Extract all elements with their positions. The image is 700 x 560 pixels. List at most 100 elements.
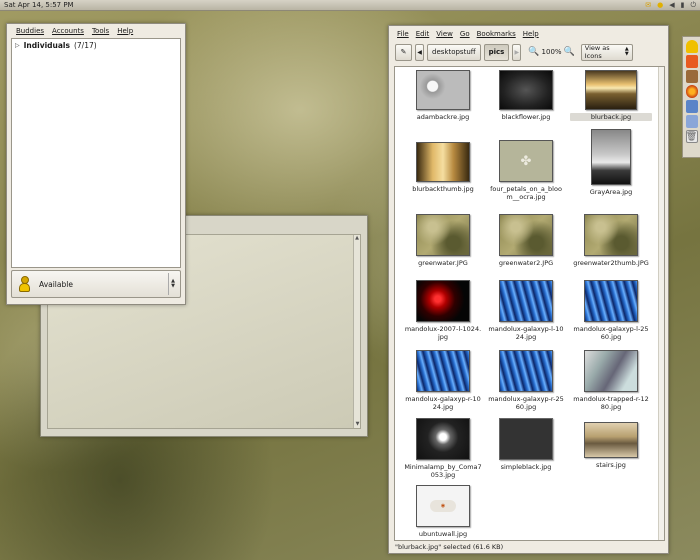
menu-help[interactable]: Help (523, 30, 539, 38)
panel-clock[interactable]: Sat Apr 14, 5:57 PM (4, 1, 74, 9)
flower-petals-icon: ✤ (520, 153, 532, 169)
file-item[interactable]: ✤ four_petals_on_a_bloom__ocra.jpg (485, 140, 567, 201)
select-arrows-icon: ▲ ▼ (624, 46, 629, 57)
file-item[interactable]: mandolux-galaxyp-r-1024.jpg (402, 350, 484, 411)
image-thumbnail[interactable] (591, 129, 631, 185)
trash-icon[interactable]: 🗑 (685, 130, 698, 143)
image-thumbnail[interactable] (499, 70, 553, 110)
image-thumbnail[interactable] (584, 422, 638, 458)
buddy-group-row[interactable]: ▷ Individuals (7/17) (12, 39, 180, 52)
menu-tools[interactable]: Tools (92, 27, 109, 35)
buddy-menubar: Buddies Accounts Tools Help (7, 24, 185, 37)
ubuntu-logo-icon: ◉ (430, 500, 456, 512)
network-icon[interactable]: ▮ (681, 1, 685, 10)
dropdown-arrows-icon[interactable]: ▲ ▼ (168, 273, 177, 295)
file-label: GrayArea.jpg (589, 188, 633, 196)
file-label: mandolux-galaxyp-l-1024.jpg (488, 325, 564, 341)
path-right-button[interactable]: ▶ (512, 43, 522, 61)
notification-icon[interactable]: ● (657, 1, 663, 10)
file-label: simpleblack.jpg (500, 463, 552, 471)
file-item[interactable]: mandolux-galaxyp-l-1024.jpg (485, 280, 567, 341)
expander-arrow-icon[interactable]: ▷ (15, 42, 20, 49)
desktop-launcher-icon[interactable] (685, 100, 698, 113)
icon-view[interactable]: adambackre.jpg blackflower.jpg blurback.… (394, 66, 665, 541)
pidgin-launcher-icon[interactable] (685, 40, 698, 53)
buddy-avatar-icon (18, 276, 31, 292)
image-thumbnail[interactable] (416, 418, 470, 460)
zoom-control: 🔍 100% 🔍 (528, 47, 574, 57)
scroll-up-icon[interactable]: ▲ (354, 235, 360, 242)
firefox-launcher-icon[interactable] (685, 85, 698, 98)
buddy-list[interactable]: ▷ Individuals (7/17) (11, 38, 181, 268)
view-mode-select[interactable]: View as Icons ▲ ▼ (580, 43, 633, 61)
mail-icon[interactable]: ✉ (645, 1, 651, 10)
menu-bookmarks[interactable]: Bookmarks (477, 30, 516, 38)
file-item[interactable]: mandolux-trapped-r-1280.jpg (570, 350, 652, 411)
file-item[interactable]: mandolux-galaxyp-l-2560.jpg (570, 280, 652, 341)
image-thumbnail[interactable] (416, 142, 470, 182)
scroll-down-icon[interactable]: ▼ (354, 421, 361, 428)
zoom-in-icon[interactable]: 🔍 (564, 47, 575, 57)
menu-help[interactable]: Help (117, 27, 133, 35)
file-item[interactable]: Minimalamp_by_Coma7053.jpg (402, 418, 484, 479)
app-launcher-icon[interactable] (685, 55, 698, 68)
menu-accounts[interactable]: Accounts (52, 27, 84, 35)
image-thumbnail[interactable] (584, 280, 638, 322)
file-item[interactable]: ◉ ubuntuwall.jpg (402, 485, 484, 538)
menu-file[interactable]: File (397, 30, 409, 38)
image-thumbnail[interactable] (499, 280, 553, 322)
file-label: mandolux-galaxyp-r-1024.jpg (405, 395, 481, 411)
file-label: mandolux-trapped-r-1280.jpg (573, 395, 649, 411)
menu-go[interactable]: Go (460, 30, 470, 38)
scrollbar[interactable]: ▲ ▼ (353, 235, 360, 428)
location-toolbar: ✎ ◀ desktopstuff pics ▶ 🔍 100% 🔍 View as… (389, 41, 668, 63)
file-item[interactable]: greenwater2thumb.JPG (570, 214, 652, 267)
file-item[interactable]: greenwater2.JPG (485, 214, 567, 267)
file-item-selected[interactable]: blurback.jpg (570, 70, 652, 121)
file-item[interactable]: blackflower.jpg (485, 70, 567, 121)
file-label: four_petals_on_a_bloom__ocra.jpg (490, 185, 562, 201)
file-item[interactable]: mandolux-galaxyp-r-2560.jpg (485, 350, 567, 411)
file-item[interactable]: mandolux-2007-l-1024.jpg (402, 280, 484, 341)
file-item[interactable]: adambackre.jpg (402, 70, 484, 121)
status-bar: "blurback.jpg" selected (61.6 KB) (395, 543, 504, 551)
power-icon[interactable]: ⏻ (690, 1, 696, 10)
location-toggle-button[interactable]: ✎ (395, 43, 412, 61)
image-thumbnail[interactable]: ✤ (499, 140, 553, 182)
menu-buddies[interactable]: Buddies (16, 27, 44, 35)
path-left-button[interactable]: ◀ (415, 43, 424, 61)
status-selector[interactable]: Available ▲ ▼ (11, 270, 181, 298)
image-thumbnail[interactable] (416, 214, 470, 256)
user-launcher-icon[interactable] (685, 70, 698, 83)
image-thumbnail[interactable] (499, 418, 553, 460)
icon-view-scrollbar[interactable] (658, 67, 664, 540)
menu-edit[interactable]: Edit (416, 30, 430, 38)
menu-view[interactable]: View (436, 30, 453, 38)
image-thumbnail[interactable] (416, 70, 470, 110)
file-item[interactable]: simpleblack.jpg (485, 418, 567, 471)
path-button-pics[interactable]: pics (483, 43, 510, 61)
file-label: ubuntuwall.jpg (418, 530, 468, 538)
side-launcher-panel: 🗑 (682, 36, 700, 158)
path-button-desktopstuff[interactable]: desktopstuff (427, 43, 481, 61)
image-thumbnail[interactable] (584, 214, 638, 256)
computer-launcher-icon[interactable] (685, 115, 698, 128)
file-item[interactable]: greenwater.JPG (402, 214, 484, 267)
image-thumbnail[interactable] (416, 280, 470, 322)
file-label: Minimalamp_by_Coma7053.jpg (404, 463, 482, 479)
zoom-level[interactable]: 100% (542, 48, 562, 56)
image-thumbnail[interactable]: ◉ (416, 485, 470, 527)
file-item[interactable]: GrayArea.jpg (570, 129, 652, 196)
file-manager-menubar: File Edit View Go Bookmarks Help (389, 26, 668, 41)
image-thumbnail[interactable] (499, 350, 553, 392)
file-item[interactable]: blurbackthumb.jpg (402, 142, 484, 193)
image-thumbnail[interactable] (585, 70, 637, 110)
volume-icon[interactable]: ◀ (669, 1, 674, 10)
file-item[interactable]: stairs.jpg (570, 422, 652, 469)
zoom-out-icon[interactable]: 🔍 (528, 47, 539, 57)
view-mode-label: View as Icons (584, 44, 610, 60)
image-thumbnail[interactable] (584, 350, 638, 392)
file-label: adambackre.jpg (416, 113, 470, 121)
image-thumbnail[interactable] (499, 214, 553, 256)
image-thumbnail[interactable] (416, 350, 470, 392)
